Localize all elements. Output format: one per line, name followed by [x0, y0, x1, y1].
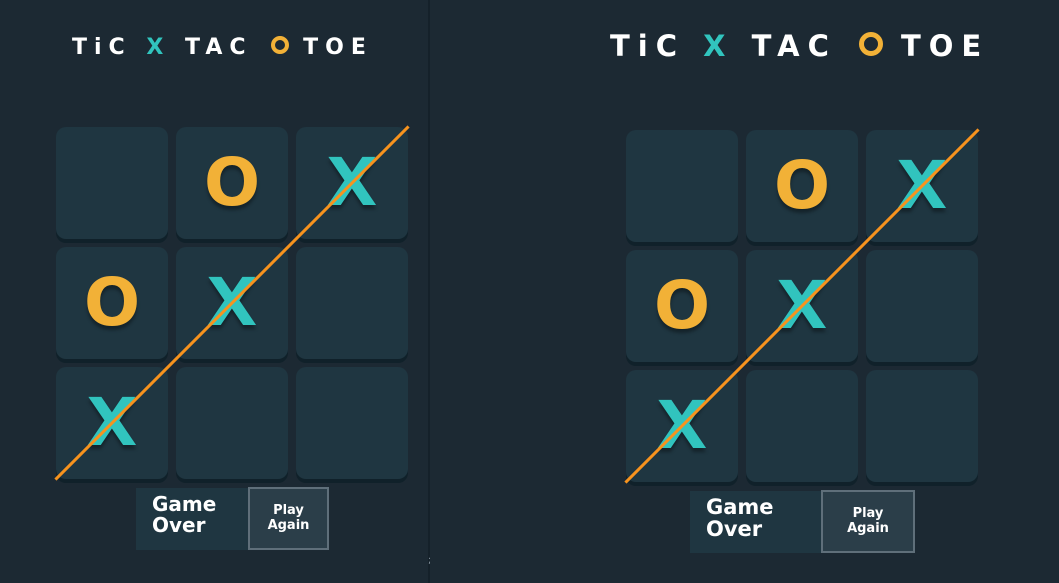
- title-x-mark: X: [146, 35, 171, 60]
- board-cell-6[interactable]: [866, 250, 978, 362]
- board-cell-2[interactable]: O: [176, 127, 288, 239]
- board-cell-6[interactable]: [296, 247, 408, 359]
- board-cell-3[interactable]: X: [866, 130, 978, 242]
- o-mark: O: [653, 267, 711, 344]
- left-game-pane: TiC X TAC TOE OXOXX Game Over Play Again: [0, 0, 428, 583]
- o-mark: O: [203, 144, 261, 221]
- x-mark: X: [86, 384, 138, 461]
- x-mark: X: [776, 267, 828, 344]
- title-tic: TiC: [72, 35, 132, 60]
- title-x-mark: X: [703, 29, 734, 63]
- status-message: Game Over: [690, 491, 822, 553]
- board-cell-7[interactable]: X: [626, 370, 738, 482]
- play-again-button[interactable]: Play Again: [821, 490, 915, 553]
- board-cell-5[interactable]: X: [176, 247, 288, 359]
- x-mark: X: [326, 144, 378, 221]
- play-again-line-1[interactable]: Play: [273, 503, 304, 518]
- play-again-line-1[interactable]: Play: [853, 506, 884, 521]
- board-cell-4[interactable]: O: [56, 247, 168, 359]
- title-tac: TAC: [751, 29, 837, 63]
- o-mark: O: [83, 264, 141, 341]
- board-cell-1[interactable]: [56, 127, 168, 239]
- x-mark: X: [896, 147, 948, 224]
- status-line-2: Over: [706, 517, 763, 542]
- o-mark: O: [773, 147, 831, 224]
- x-mark: X: [206, 264, 258, 341]
- title-o-ring-icon: [858, 32, 883, 56]
- board-cell-3[interactable]: X: [296, 127, 408, 239]
- title-tac: TAC: [185, 35, 253, 60]
- board-cell-7[interactable]: X: [56, 367, 168, 479]
- board-cell-4[interactable]: O: [626, 250, 738, 362]
- status-message: Game Over: [136, 488, 248, 550]
- board-cell-9[interactable]: [296, 367, 408, 479]
- title-tic: TiC: [610, 29, 686, 63]
- game-board: OXOXX: [624, 128, 980, 484]
- board-cell-9[interactable]: [866, 370, 978, 482]
- title-toe: TOE: [900, 29, 990, 63]
- play-again-label[interactable]: Play Again: [268, 504, 310, 533]
- board-cell-8[interactable]: [176, 367, 288, 479]
- board-cell-5[interactable]: X: [746, 250, 858, 362]
- play-again-line-2[interactable]: Again: [847, 521, 889, 536]
- game-title: TiC X TAC TOE: [72, 35, 373, 60]
- status-line-2: Over: [152, 513, 206, 537]
- board-cell-2[interactable]: O: [746, 130, 858, 242]
- board-cell-8[interactable]: [746, 370, 858, 482]
- title-o-ring-icon: [271, 36, 290, 54]
- game-board: OXOXX: [54, 125, 410, 481]
- right-game-pane: TiC X TAC TOE OXOXX Game Over Play Again: [430, 0, 1059, 583]
- status-line-1: Game: [706, 495, 774, 519]
- title-toe: TOE: [303, 35, 373, 60]
- play-again-label[interactable]: Play Again: [847, 507, 889, 536]
- board-cell-1[interactable]: [626, 130, 738, 242]
- x-mark: X: [656, 387, 708, 464]
- game-title: TiC X TAC TOE: [610, 29, 989, 63]
- play-again-line-2[interactable]: Again: [268, 518, 310, 533]
- play-again-button[interactable]: Play Again: [248, 487, 329, 550]
